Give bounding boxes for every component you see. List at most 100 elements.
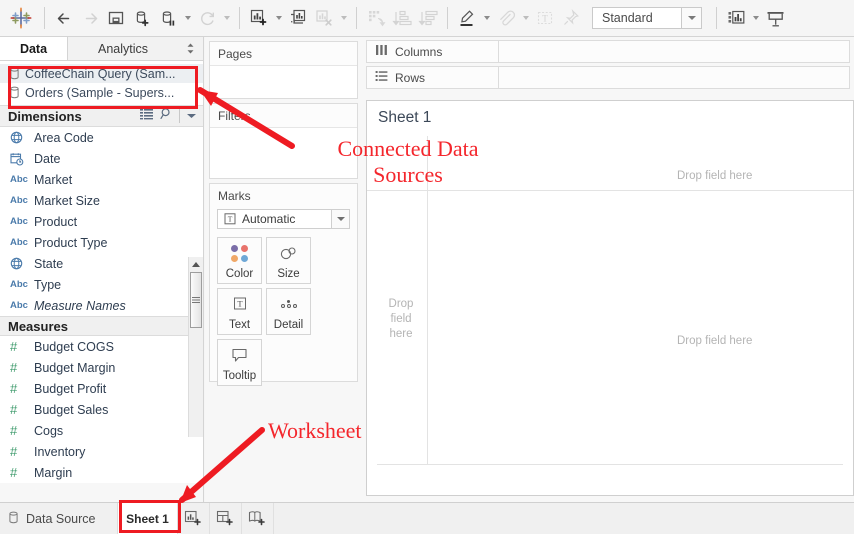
text-icon: T [232, 289, 248, 319]
number-icon: # [10, 381, 18, 396]
marks-detail-button[interactable]: Detail [266, 288, 311, 335]
presentation-mode-button[interactable] [762, 5, 788, 31]
dimension-field-type[interactable]: Abc Type [0, 274, 203, 295]
marks-color-label: Color [225, 268, 254, 280]
data-source-tab[interactable]: Data Source [0, 503, 118, 534]
measure-field-inventory[interactable]: # Inventory [0, 441, 203, 462]
marks-tooltip-button[interactable]: Tooltip [217, 339, 262, 386]
drop-field-here-right[interactable]: Drop field here [677, 334, 752, 349]
drop-field-here-left[interactable]: Drop field here [381, 297, 421, 342]
measure-field-budget-sales[interactable]: # Budget Sales [0, 399, 203, 420]
dimension-field-area-code[interactable]: Area Code [0, 127, 203, 148]
number-icon: # [10, 402, 18, 417]
data-source-item-orders[interactable]: Orders (Sample - Supers... [0, 83, 203, 102]
measure-field-cogs[interactable]: # Cogs [0, 420, 203, 441]
chevron-down-icon[interactable] [186, 107, 197, 125]
measure-field-budget-profit[interactable]: # Budget Profit [0, 378, 203, 399]
pane-sort-toggle[interactable] [178, 37, 203, 60]
dimension-field-market-size[interactable]: Abc Market Size [0, 190, 203, 211]
show-me-caret[interactable] [749, 6, 762, 30]
marks-size-button[interactable]: Size [266, 237, 311, 284]
fit-dropdown-caret[interactable] [681, 8, 701, 28]
mark-type-caret[interactable] [331, 210, 349, 228]
new-worksheet-button[interactable] [246, 5, 272, 31]
new-dashboard-tab-button[interactable] [210, 503, 242, 534]
fit-dropdown[interactable]: Standard [592, 7, 702, 29]
save-button[interactable] [103, 5, 129, 31]
swap-axes-button[interactable] [363, 5, 389, 31]
tab-data[interactable]: Data [0, 37, 68, 60]
rows-text: Rows [395, 70, 426, 85]
toolbar-divider-3 [356, 7, 357, 29]
refresh-menu-caret[interactable] [220, 6, 233, 30]
abc-icon: Abc [10, 300, 28, 311]
measure-field-budget-margin[interactable]: # Budget Margin [0, 357, 203, 378]
new-story-tab-button[interactable] [242, 503, 274, 534]
paperclip-icon[interactable] [493, 5, 519, 31]
marks-color-button[interactable]: Color [217, 237, 262, 284]
show-me-button[interactable] [723, 5, 749, 31]
tableau-window: T Standard Data Analytics CoffeeChain Qu… [0, 0, 854, 534]
dimension-field-measure-names[interactable]: Abc Measure Names [0, 295, 203, 316]
sort-ascending-button[interactable] [389, 5, 415, 31]
new-data-source-button[interactable] [129, 5, 155, 31]
annotation-connected-data-sources: Connected Data Sources [337, 136, 479, 187]
dimension-field-market[interactable]: Abc Market [0, 169, 203, 190]
database-icon [9, 86, 25, 99]
search-icon[interactable] [160, 107, 173, 125]
paperclip-caret[interactable] [519, 6, 532, 30]
measure-field-budget-cogs[interactable]: # Budget COGS [0, 336, 203, 357]
back-button[interactable] [51, 5, 77, 31]
forward-button[interactable] [77, 5, 103, 31]
drop-field-here-top[interactable]: Drop field here [677, 169, 752, 184]
highlighter-icon[interactable] [454, 5, 480, 31]
clear-menu-caret[interactable] [337, 6, 350, 30]
database-icon [8, 511, 19, 527]
data-pane-scrollbar[interactable] [188, 257, 203, 437]
columns-shelf[interactable]: Columns [366, 40, 850, 63]
grid-icon[interactable] [140, 107, 154, 125]
sheet-tab-sheet1[interactable]: Sheet 1 [118, 503, 178, 534]
sort-descending-button[interactable] [415, 5, 441, 31]
mark-type-dropdown[interactable]: T Automatic [217, 209, 350, 229]
refresh-button[interactable] [194, 5, 220, 31]
fit-value: Standard [602, 11, 653, 25]
field-label: Margin [34, 465, 73, 480]
toolbar: T Standard [0, 0, 854, 37]
rows-icon [375, 70, 388, 85]
database-icon [9, 67, 25, 80]
data-analytics-tabs: Data Analytics [0, 37, 203, 61]
dimension-field-product-type[interactable]: Abc Product Type [0, 232, 203, 253]
dimension-field-date[interactable]: Date [0, 148, 203, 169]
columns-shelf-label: Columns [367, 41, 499, 62]
number-icon: # [10, 465, 18, 480]
marks-text-label: Text [228, 319, 251, 331]
pages-drop-area[interactable] [210, 65, 357, 98]
dimension-field-state[interactable]: State [0, 253, 203, 274]
number-icon: # [10, 360, 18, 375]
dimension-field-product[interactable]: Abc Product [0, 211, 203, 232]
globe-icon [10, 257, 34, 270]
show-mark-labels-icon[interactable]: T [532, 5, 558, 31]
pin-icon[interactable] [558, 5, 584, 31]
marks-text-button[interactable]: T Text [217, 288, 262, 335]
rows-drop-area[interactable] [499, 67, 849, 88]
data-source-menu-caret[interactable] [181, 6, 194, 30]
scrollbar-thumb[interactable] [190, 272, 202, 328]
data-source-item-coffeechain[interactable]: CoffeeChain Query (Sam... [0, 64, 203, 83]
tab-analytics[interactable]: Analytics [68, 37, 178, 60]
duplicate-sheet-button[interactable] [285, 5, 311, 31]
scroll-up-arrow[interactable] [189, 257, 203, 271]
marks-size-label: Size [277, 268, 300, 280]
clear-sheet-button[interactable] [311, 5, 337, 31]
pages-card[interactable]: Pages [209, 41, 358, 99]
columns-drop-area[interactable] [499, 41, 849, 62]
rows-shelf[interactable]: Rows [366, 66, 850, 89]
new-worksheet-tab-button[interactable] [178, 503, 210, 534]
field-label: Product [34, 214, 78, 229]
measure-field-margin[interactable]: # Margin [0, 462, 203, 483]
pause-data-source-button[interactable] [155, 5, 181, 31]
new-sheet-menu-caret[interactable] [272, 6, 285, 30]
highlighter-caret[interactable] [480, 6, 493, 30]
tableau-logo-icon[interactable] [4, 1, 38, 35]
